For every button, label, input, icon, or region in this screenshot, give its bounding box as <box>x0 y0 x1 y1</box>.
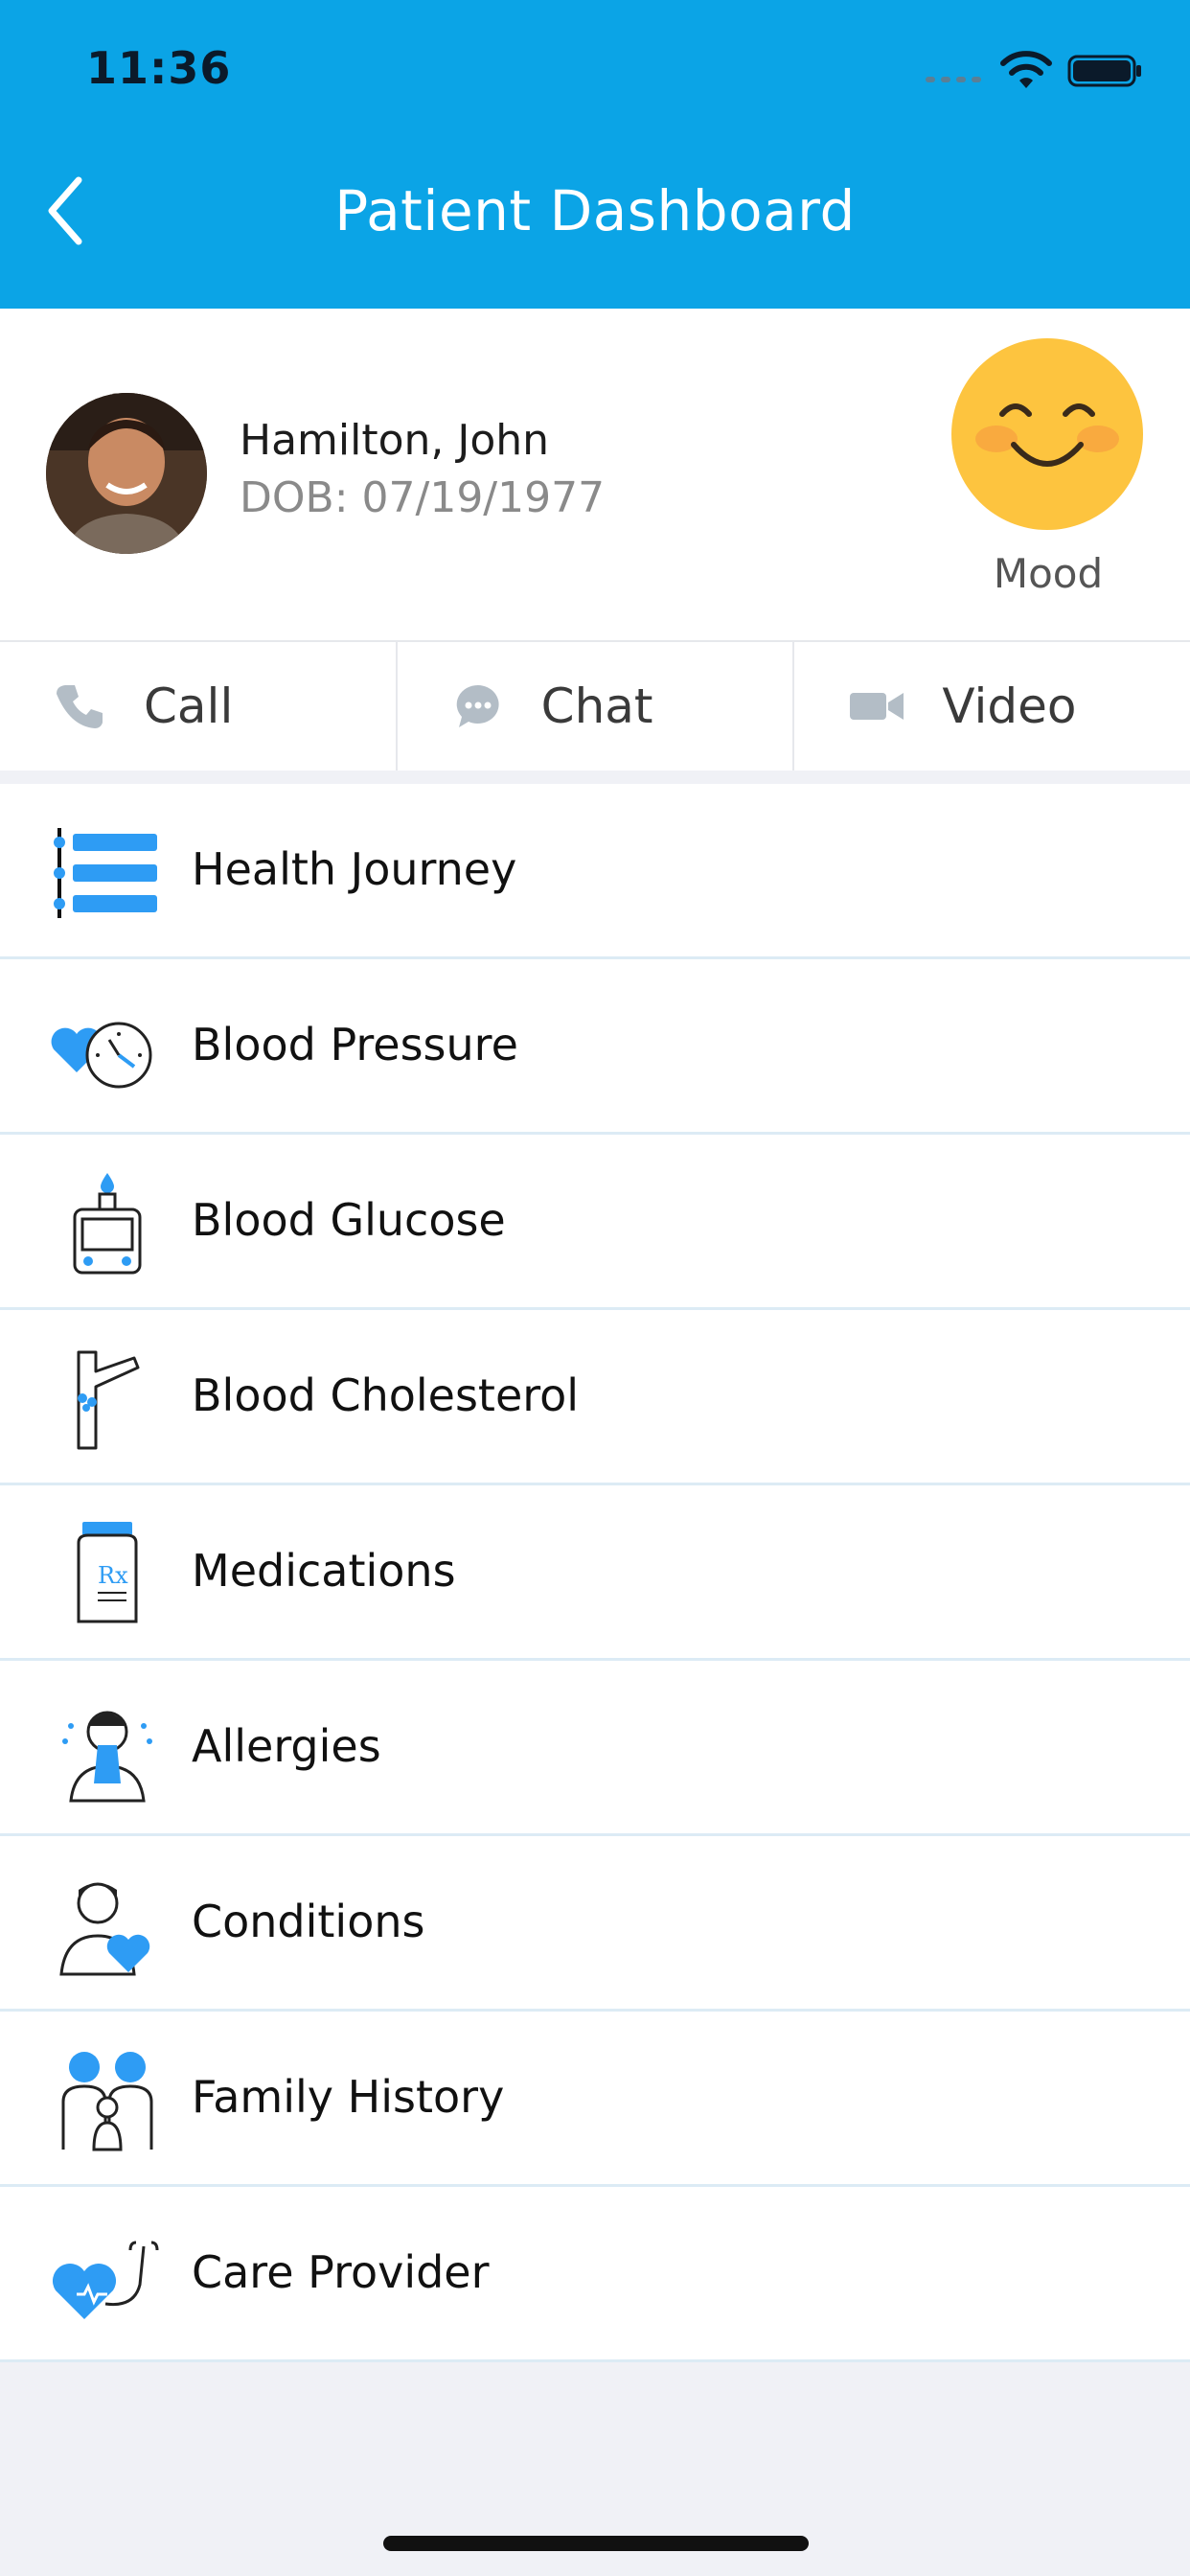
chat-label: Chat <box>540 678 653 734</box>
dashboard-menu: Health Journey Blood Pressure Blood Gluc… <box>0 784 1190 2362</box>
phone-icon <box>57 685 103 728</box>
video-button[interactable]: Video <box>794 642 1190 770</box>
menu-item-conditions[interactable]: Conditions <box>0 1836 1190 2012</box>
page-title: Patient Dashboard <box>334 178 856 243</box>
menu-item-blood-glucose[interactable]: Blood Glucose <box>0 1135 1190 1310</box>
menu-label: Blood Cholesterol <box>192 1369 580 1421</box>
cellular-signal-icon <box>926 59 981 82</box>
mood-label: Mood <box>993 550 1104 597</box>
menu-label: Conditions <box>192 1896 425 1947</box>
mood-smiley-icon[interactable] <box>950 337 1144 531</box>
menu-item-blood-pressure[interactable]: Blood Pressure <box>0 959 1190 1135</box>
menu-label: Care Provider <box>192 2246 490 2298</box>
glucometer-icon <box>73 1173 142 1275</box>
menu-item-medications[interactable]: Rx Medications <box>0 1485 1190 1661</box>
menu-label: Blood Pressure <box>192 1019 518 1070</box>
patient-profile-card: Hamilton, John DOB: 07/19/1977 Mood <box>0 309 1190 642</box>
menu-label: Blood Glucose <box>192 1194 506 1246</box>
menu-item-family-history[interactable]: Family History <box>0 2012 1190 2187</box>
svg-text:Rx: Rx <box>98 1562 128 1589</box>
stethoscope-heart-icon <box>52 2241 159 2319</box>
chat-icon <box>456 684 499 727</box>
patient-avatar[interactable] <box>46 393 207 554</box>
patient-dob: DOB: 07/19/1977 <box>240 473 606 522</box>
home-indicator[interactable] <box>383 2536 809 2551</box>
artery-icon <box>77 1350 140 1450</box>
menu-item-allergies[interactable]: Allergies <box>0 1661 1190 1836</box>
menu-item-care-provider[interactable]: Care Provider <box>0 2187 1190 2362</box>
menu-item-blood-cholesterol[interactable]: Blood Cholesterol <box>0 1310 1190 1485</box>
sneezing-person-icon <box>62 1711 152 1803</box>
call-label: Call <box>144 678 234 734</box>
pill-bottle-icon: Rx <box>77 1522 138 1623</box>
menu-label: Medications <box>192 1545 456 1597</box>
video-icon <box>850 693 904 720</box>
menu-item-health-journey[interactable]: Health Journey <box>0 784 1190 959</box>
family-icon <box>61 2052 153 2151</box>
blood-pressure-icon <box>51 1022 152 1089</box>
menu-label: Allergies <box>192 1720 381 1772</box>
status-icons <box>926 50 1144 92</box>
video-label: Video <box>942 678 1077 734</box>
person-heart-icon <box>59 1882 150 1976</box>
call-button[interactable]: Call <box>0 642 398 770</box>
status-time: 11:36 <box>86 42 232 94</box>
header-bar: 11:36 Patient Dashboard <box>0 0 1190 309</box>
menu-label: Health Journey <box>192 843 517 895</box>
patient-name: Hamilton, John <box>240 416 550 465</box>
contact-actions: Call Chat Video <box>0 642 1190 784</box>
battery-icon <box>1067 55 1141 87</box>
menu-label: Family History <box>192 2071 505 2123</box>
health-journey-icon <box>54 828 157 918</box>
chat-button[interactable]: Chat <box>398 642 795 770</box>
wifi-icon <box>1000 51 1052 88</box>
